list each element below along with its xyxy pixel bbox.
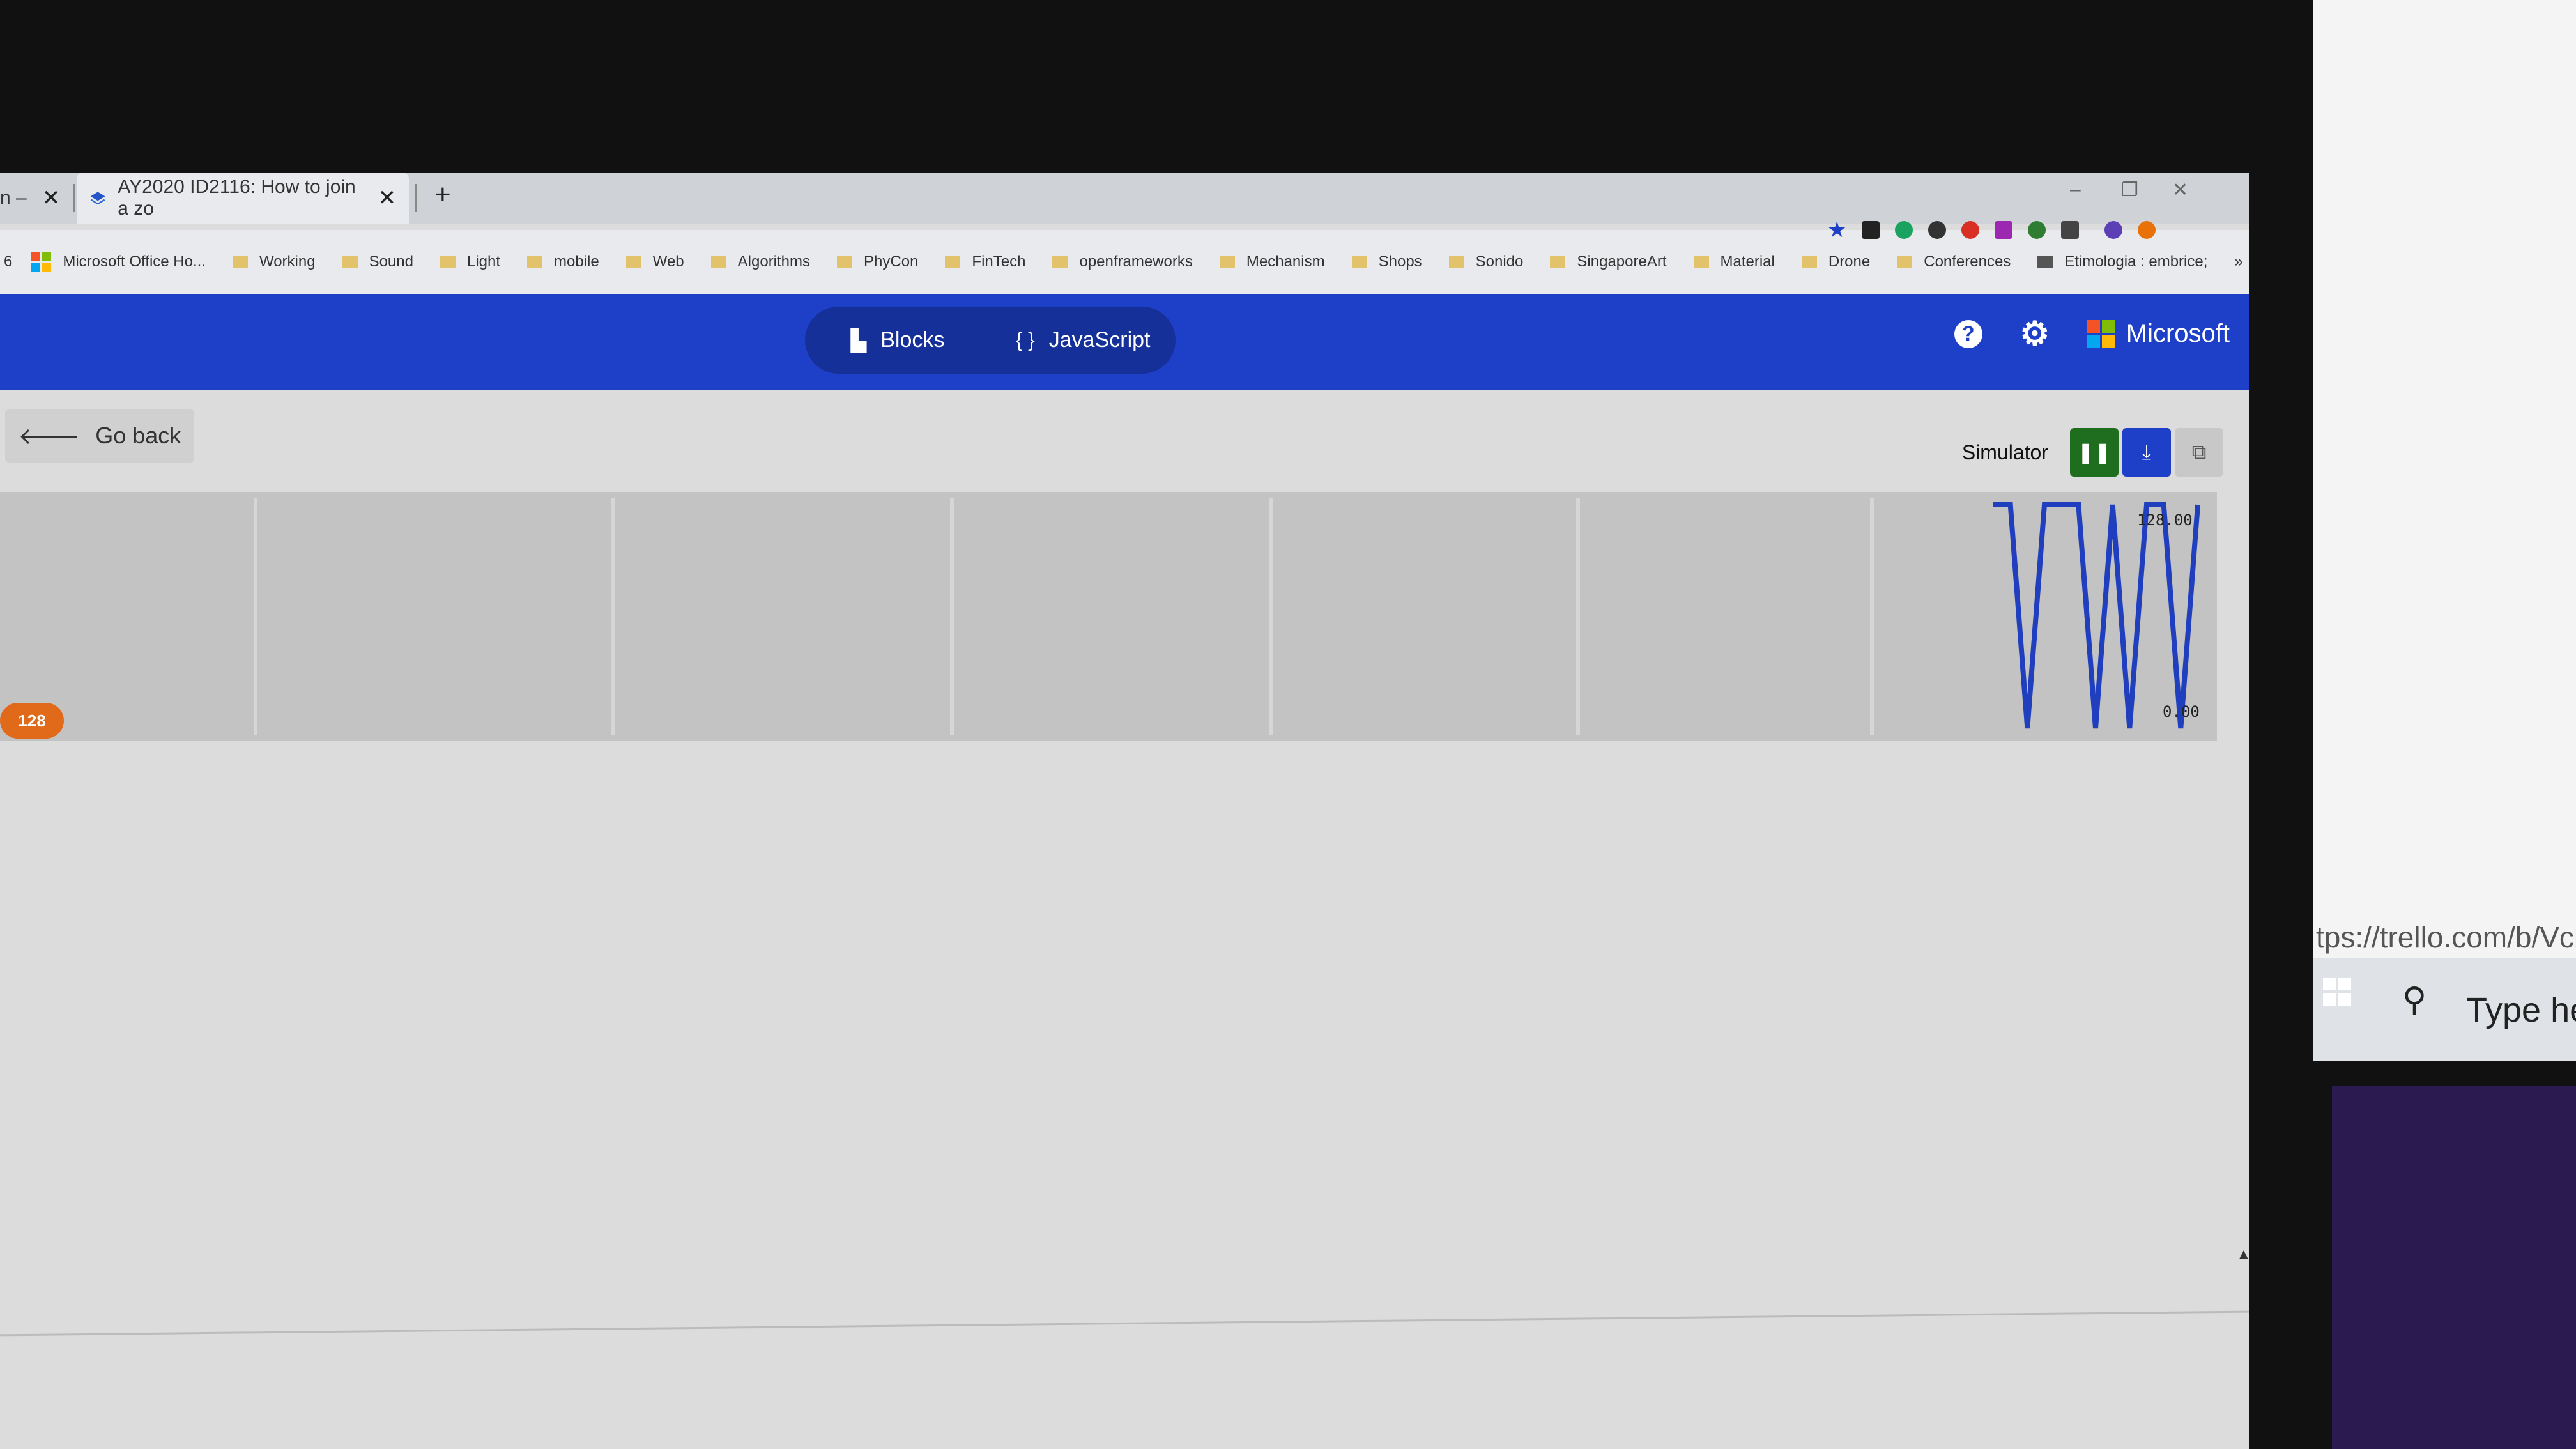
folder-icon xyxy=(1448,256,1464,268)
folder-icon xyxy=(1897,256,1913,268)
bookmark-folder[interactable]: Conferences xyxy=(1897,253,2011,271)
blocks-tab[interactable]: ▙ Blocks xyxy=(805,328,990,353)
bookmark-folder[interactable]: Shops xyxy=(1351,253,1422,271)
tab-separator xyxy=(73,184,75,212)
y-max-label: 128.00 xyxy=(2137,511,2193,529)
bookmark-folder[interactable]: Light xyxy=(440,253,500,271)
folder-icon xyxy=(625,256,641,268)
bookmark-folder[interactable]: Web xyxy=(625,253,684,271)
tab-previous[interactable]: n – ✕ xyxy=(0,172,70,224)
extension-icon[interactable] xyxy=(2028,221,2046,239)
update-icon[interactable] xyxy=(2138,221,2156,239)
value-badge: 128 xyxy=(0,703,64,739)
folder-icon xyxy=(945,256,961,268)
braces-icon: { } xyxy=(1015,328,1035,351)
minimize-icon[interactable]: – xyxy=(2070,179,2081,201)
bookmark-folder[interactable]: Drone xyxy=(1801,253,1870,271)
folder-icon xyxy=(440,256,456,268)
folder-icon xyxy=(1052,256,1068,268)
external-window xyxy=(2313,0,2576,1054)
download-icon: ⤓ xyxy=(2142,440,2152,463)
simulator-controls: Simulator ❚❚ ⤓ ⧉ xyxy=(1962,428,2223,477)
bookmark-microsoft-office[interactable]: Microsoft Office Ho... xyxy=(31,252,206,272)
close-icon[interactable]: ✕ xyxy=(42,185,61,211)
editor-header: ▙ Blocks { } JavaScript ? ⚙ Microsoft xyxy=(0,294,2249,390)
browser-window: n – ✕ AY2020 ID2116: How to join a zo ✕ … xyxy=(0,172,2249,1449)
download-button[interactable]: ⤓ xyxy=(2122,428,2171,477)
windows-icon[interactable] xyxy=(2323,977,2351,1006)
microsoft-logo-icon xyxy=(2087,320,2115,348)
tab-label: n – xyxy=(0,187,27,208)
layers-icon xyxy=(90,192,105,205)
tab-strip: n – ✕ AY2020 ID2116: How to join a zo ✕ … xyxy=(0,172,2249,224)
bookmarks-more[interactable]: » xyxy=(2234,253,2242,271)
extension-icon[interactable] xyxy=(1961,221,1980,239)
bookmark-folder[interactable]: Working xyxy=(232,253,316,271)
copy-icon: ⧉ xyxy=(2191,440,2207,463)
tab-separator xyxy=(415,184,417,212)
puzzle-icon: ▙ xyxy=(850,328,867,352)
extension-icon[interactable] xyxy=(1862,221,1880,239)
editor-toggle: ▙ Blocks { } JavaScript xyxy=(805,307,1176,374)
folder-icon xyxy=(1801,256,1817,268)
serial-chart: 128 128.00 0.00 xyxy=(0,492,2217,741)
microsoft-brand[interactable]: Microsoft xyxy=(2087,319,2230,348)
page-icon xyxy=(2037,256,2053,268)
simulator-label: Simulator xyxy=(1961,440,2048,464)
extensions-area: ★ xyxy=(1827,217,2156,243)
chart-canvas xyxy=(254,498,2200,735)
restore-icon[interactable]: ❐ xyxy=(2121,179,2138,201)
close-window-icon[interactable]: ✕ xyxy=(2172,179,2188,201)
close-icon[interactable]: ✕ xyxy=(378,185,397,211)
y-min-label: 0.00 xyxy=(2163,703,2200,721)
extension-icon[interactable] xyxy=(2061,221,2080,239)
bookmark-folder[interactable]: Sound xyxy=(342,253,413,271)
extension-icon[interactable] xyxy=(1895,221,1913,239)
folder-icon xyxy=(710,256,726,268)
avatar[interactable] xyxy=(2104,221,2123,239)
folder-icon xyxy=(1219,256,1235,268)
bookmark-folder[interactable]: Sonido xyxy=(1448,253,1523,271)
extension-icon[interactable] xyxy=(1928,221,1947,239)
extension-icon[interactable] xyxy=(1995,221,2013,239)
bookmark-folder[interactable]: Mechanism xyxy=(1219,253,1325,271)
folder-icon xyxy=(527,256,543,268)
bookmark-folder[interactable]: FinTech xyxy=(945,253,1025,271)
arrow-left-icon: 🡐 xyxy=(18,423,80,449)
new-tab-button[interactable]: + xyxy=(434,179,451,211)
scroll-up-icon[interactable]: ▲ xyxy=(2236,1246,2249,1264)
folder-icon xyxy=(1351,256,1367,268)
copy-button[interactable]: ⧉ xyxy=(2175,428,2223,477)
bookmark-folder[interactable]: Material xyxy=(1693,253,1775,271)
folder-icon xyxy=(1550,256,1566,268)
taskbar-search-input[interactable]: Type he xyxy=(2466,990,2576,1030)
bookmark-prefix: 6 xyxy=(4,253,13,270)
star-icon[interactable]: ★ xyxy=(1827,217,1846,243)
bookmark-folder[interactable]: mobile xyxy=(527,253,599,271)
javascript-tab[interactable]: { } JavaScript xyxy=(990,328,1176,353)
help-icon[interactable]: ? xyxy=(1954,319,1982,348)
go-back-button[interactable]: 🡐 Go back xyxy=(5,409,194,463)
search-icon[interactable]: ⚲ xyxy=(2402,981,2426,1019)
bookmark-etimologia[interactable]: Etimologia : embrice; xyxy=(2037,253,2207,271)
desktop-background xyxy=(2332,1086,2576,1449)
bookmark-folder[interactable]: PhyCon xyxy=(837,253,918,271)
url-text: tps://trello.com/b/Vcb xyxy=(2316,921,2576,954)
pause-icon: ❚❚ xyxy=(2077,441,2112,464)
microsoft-logo-icon xyxy=(31,252,52,272)
pause-button[interactable]: ❚❚ xyxy=(2070,428,2119,477)
folder-icon xyxy=(342,256,358,268)
bookmark-folder[interactable]: Algorithms xyxy=(710,253,810,271)
console-divider xyxy=(0,1310,2249,1337)
tab-label: AY2020 ID2116: How to join a zo xyxy=(118,176,356,219)
bookmark-folder[interactable]: openframeworks xyxy=(1052,253,1193,271)
header-actions: ? ⚙ Microsoft xyxy=(1916,316,2230,353)
bookmark-folder[interactable]: SingaporeArt xyxy=(1550,253,1667,271)
tab-active[interactable]: AY2020 ID2116: How to join a zo ✕ xyxy=(77,172,409,224)
folder-icon xyxy=(232,256,248,268)
folder-icon xyxy=(837,256,853,268)
folder-icon xyxy=(1693,256,1709,268)
gear-icon[interactable]: ⚙ xyxy=(2020,316,2050,353)
series-line-0 xyxy=(1993,502,2200,729)
